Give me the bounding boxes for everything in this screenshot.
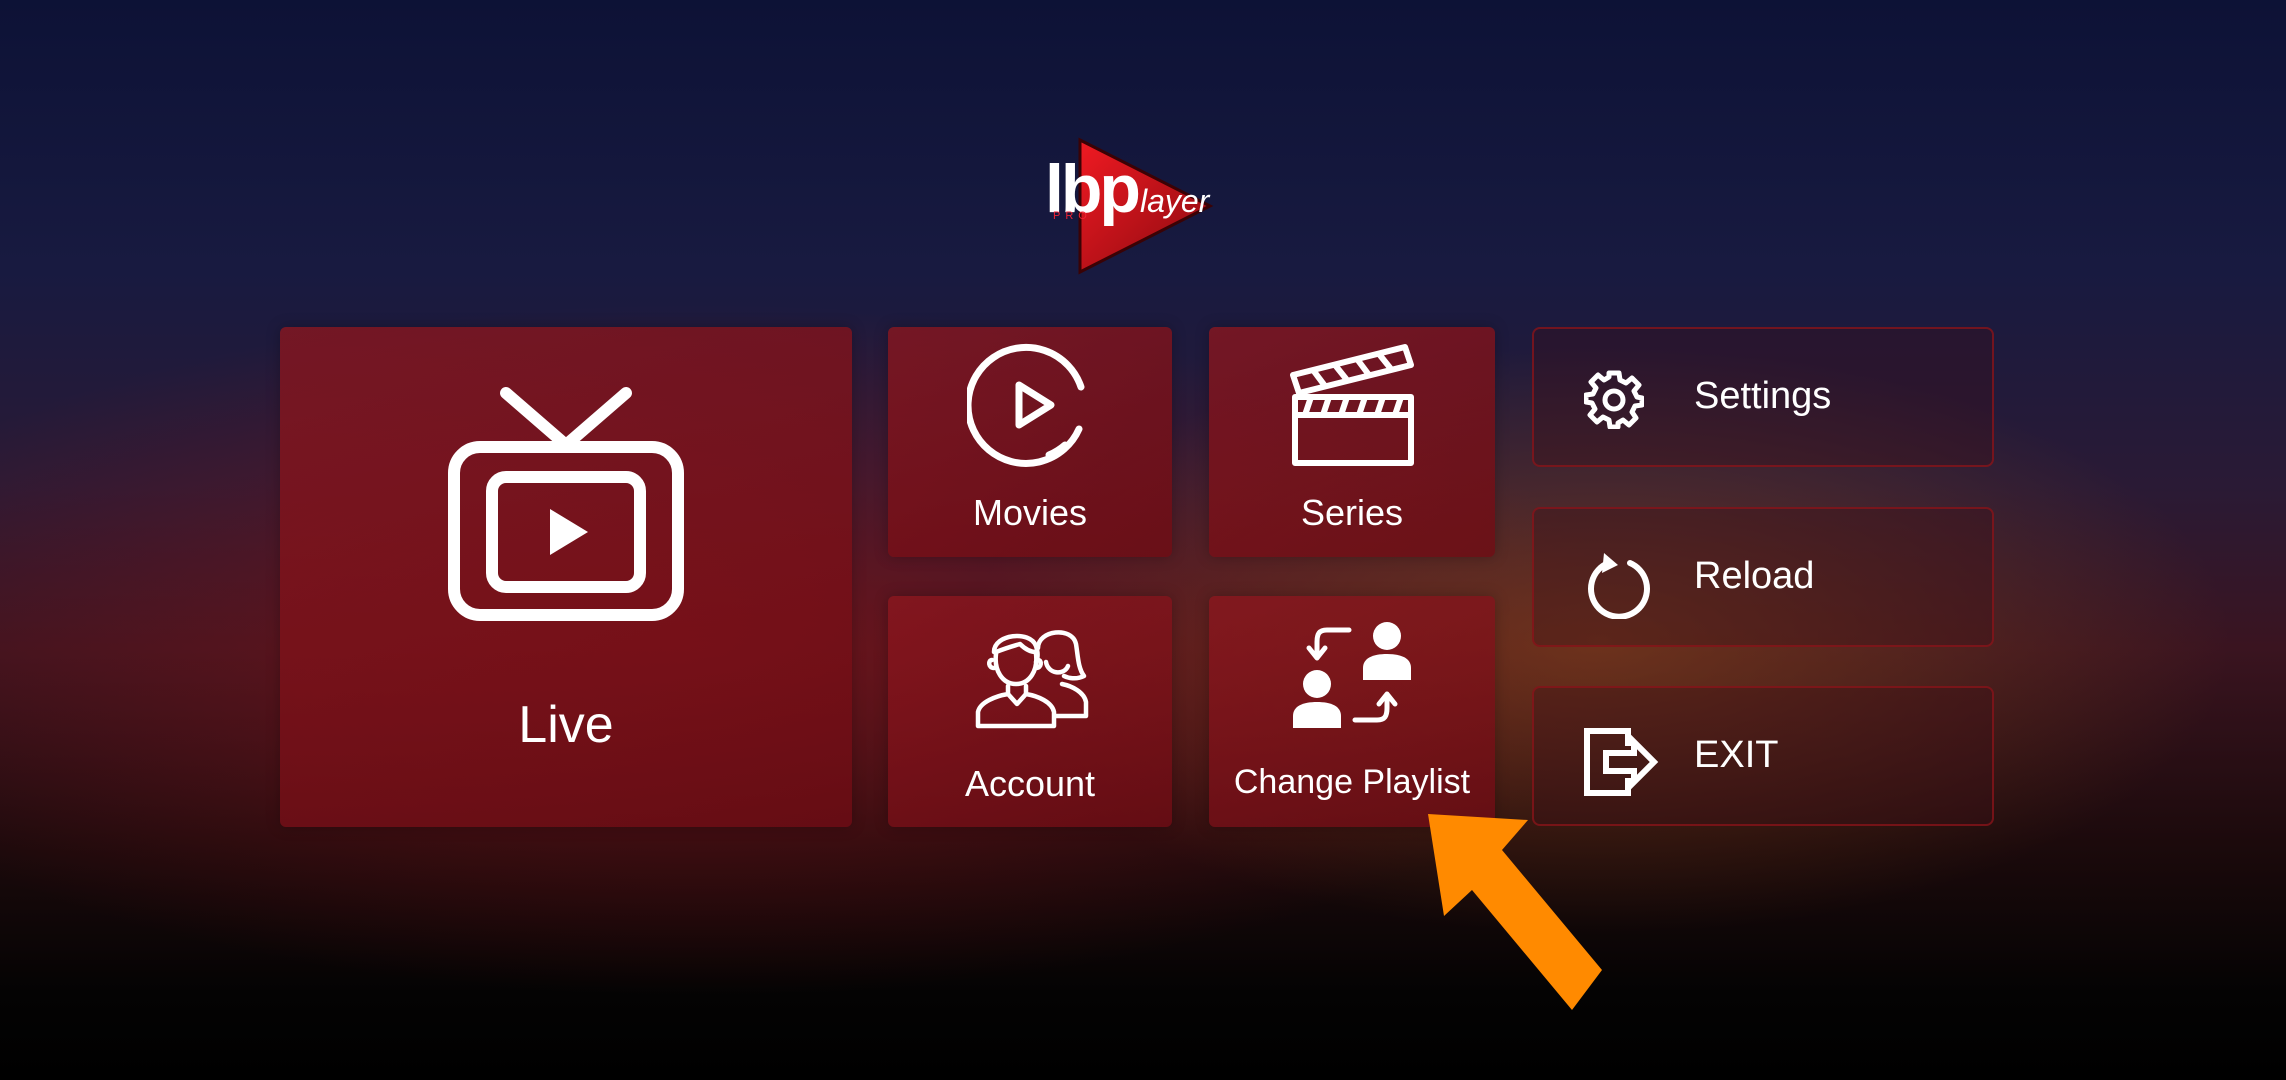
settings-button[interactable]: Settings	[1532, 327, 1994, 467]
exit-label: EXIT	[1694, 734, 1779, 776]
reload-button[interactable]: Reload	[1532, 507, 1994, 647]
gear-icon	[1584, 370, 1644, 429]
tv-play-icon	[448, 387, 684, 621]
users-icon	[975, 630, 1089, 729]
logo-pro-text: PRO	[1053, 210, 1092, 222]
tile-series-label: Series	[1300, 492, 1404, 533]
clapperboard-icon	[1290, 344, 1414, 466]
tile-series[interactable]: Series	[1209, 327, 1495, 557]
tile-change-playlist[interactable]: Change Playlist	[1209, 596, 1495, 827]
tile-change-playlist-label: Change Playlist	[1233, 763, 1471, 801]
tile-live-label: Live	[518, 696, 614, 754]
swap-users-icon	[1293, 622, 1411, 728]
tile-movies-label: Movies	[972, 492, 1088, 533]
play-circle-icon	[967, 344, 1085, 467]
exit-icon	[1584, 728, 1659, 796]
reload-label: Reload	[1694, 555, 1815, 597]
home-screen: lbplayer PRO Live Movies Series Account …	[0, 0, 2286, 1080]
tile-account-label: Account	[964, 763, 1096, 804]
pointer-arrow-icon	[1428, 814, 1602, 1010]
exit-button[interactable]: EXIT	[1532, 686, 1994, 826]
app-logo: lbplayer PRO	[1045, 130, 1245, 275]
reload-icon	[1588, 553, 1650, 619]
tile-movies[interactable]: Movies	[888, 327, 1172, 557]
tile-account[interactable]: Account	[888, 596, 1172, 827]
tile-live[interactable]: Live	[280, 327, 852, 827]
logo-text-sub: layer	[1139, 183, 1210, 219]
settings-label: Settings	[1694, 375, 1832, 417]
